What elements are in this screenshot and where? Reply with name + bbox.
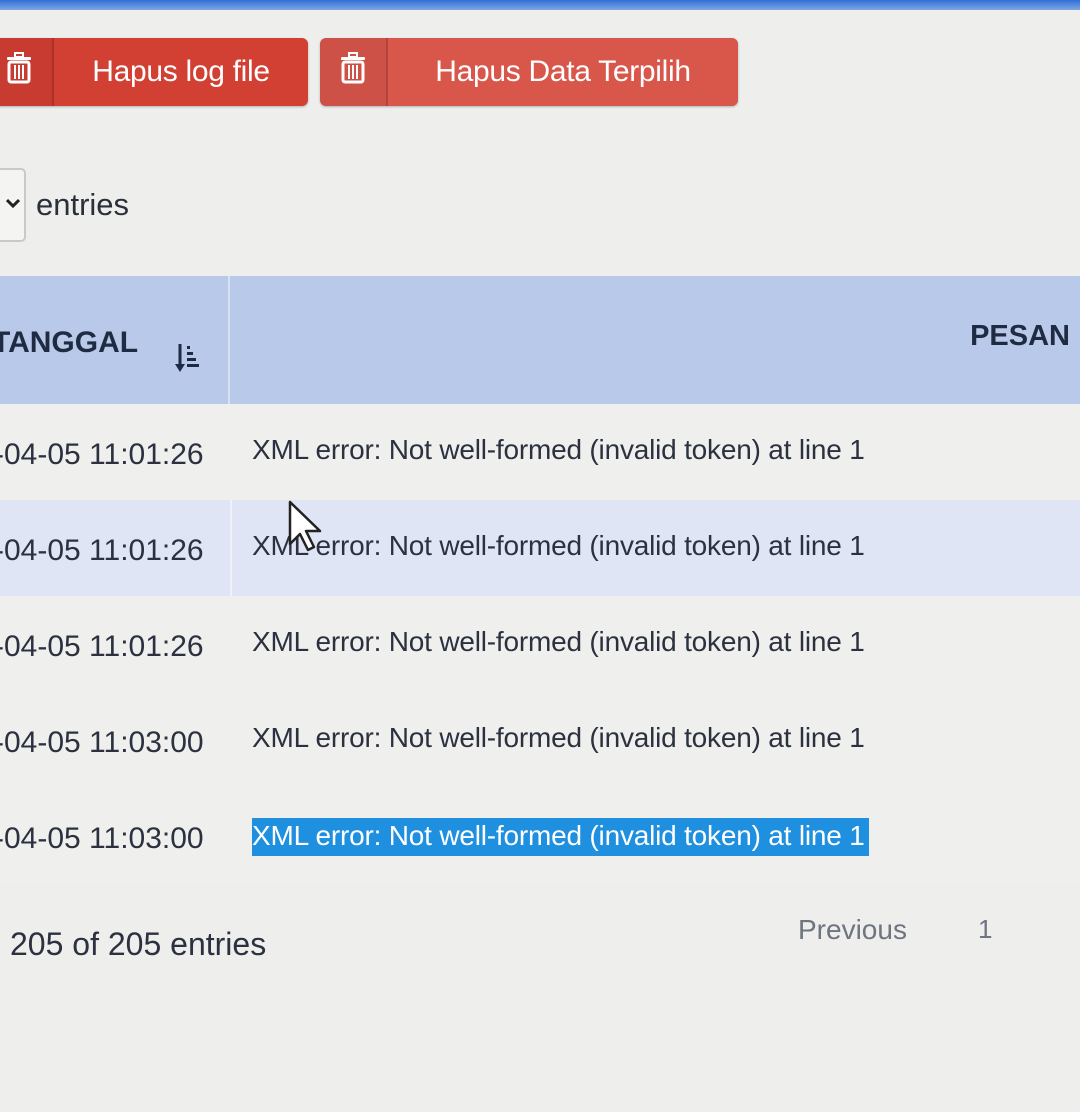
delete-selected-button[interactable]: Hapus Data Terpilih bbox=[320, 38, 738, 106]
pagination-previous-button[interactable]: Previous bbox=[798, 914, 907, 946]
entries-length-select[interactable] bbox=[0, 168, 26, 242]
cell-date: -04-05 11:01:26 bbox=[0, 438, 204, 471]
delete-selected-label: Hapus Data Terpilih bbox=[435, 55, 691, 88]
column-header-date[interactable]: TANGGAL bbox=[0, 276, 230, 404]
pagination: Previous 1 bbox=[760, 912, 1080, 952]
delete-log-file-button[interactable]: Hapus log file bbox=[0, 38, 308, 106]
column-header-message[interactable]: PESAN bbox=[230, 276, 1080, 404]
mouse-pointer-icon bbox=[288, 500, 328, 557]
chevron-down-icon bbox=[5, 196, 21, 214]
table-row[interactable]: -04-05 11:03:00 XML error: Not well-form… bbox=[0, 788, 1080, 884]
cell-message: XML error: Not well-formed (invalid toke… bbox=[252, 434, 865, 465]
trash-icon-box bbox=[320, 38, 388, 106]
trash-icon-box bbox=[0, 38, 54, 106]
sort-descending-icon bbox=[175, 342, 203, 379]
top-accent-bar bbox=[0, 0, 1080, 10]
cell-date: -04-05 11:01:26 bbox=[0, 534, 204, 567]
cell-date: -04-05 11:03:00 bbox=[0, 726, 204, 759]
trash-icon bbox=[339, 52, 367, 92]
entries-length-control: entries bbox=[0, 168, 129, 242]
column-divider bbox=[230, 500, 232, 596]
table-info: 205 of 205 entries bbox=[10, 926, 267, 962]
cell-message: XML error: Not well-formed (invalid toke… bbox=[252, 530, 865, 561]
cell-message-selected-text: XML error: Not well-formed (invalid toke… bbox=[252, 818, 869, 856]
delete-log-file-label: Hapus log file bbox=[92, 55, 270, 88]
cell-message: XML error: Not well-formed (invalid toke… bbox=[252, 722, 865, 753]
pagination-page-1-button[interactable]: 1 bbox=[978, 914, 992, 945]
table-row[interactable]: -04-05 11:03:00 XML error: Not well-form… bbox=[0, 692, 1080, 788]
table-row[interactable]: -04-05 11:01:26 XML error: Not well-form… bbox=[0, 404, 1080, 500]
trash-icon bbox=[5, 52, 33, 92]
cell-message: XML error: Not well-formed (invalid toke… bbox=[252, 626, 865, 657]
entries-length-suffix: entries bbox=[36, 187, 130, 222]
column-header-date-label: TANGGAL bbox=[0, 326, 139, 359]
table-header: TANGGAL PESAN bbox=[0, 276, 1080, 404]
log-table: TANGGAL PESAN -04-05 11:01:26 XML error:… bbox=[0, 276, 1080, 884]
cell-date: -04-05 11:01:26 bbox=[0, 630, 204, 663]
column-header-message-label: PESAN bbox=[970, 320, 1070, 352]
table-row[interactable]: -04-05 11:01:26 XML error: Not well-form… bbox=[0, 500, 1080, 596]
cell-date: -04-05 11:03:00 bbox=[0, 822, 204, 855]
table-row[interactable]: -04-05 11:01:26 XML error: Not well-form… bbox=[0, 596, 1080, 692]
